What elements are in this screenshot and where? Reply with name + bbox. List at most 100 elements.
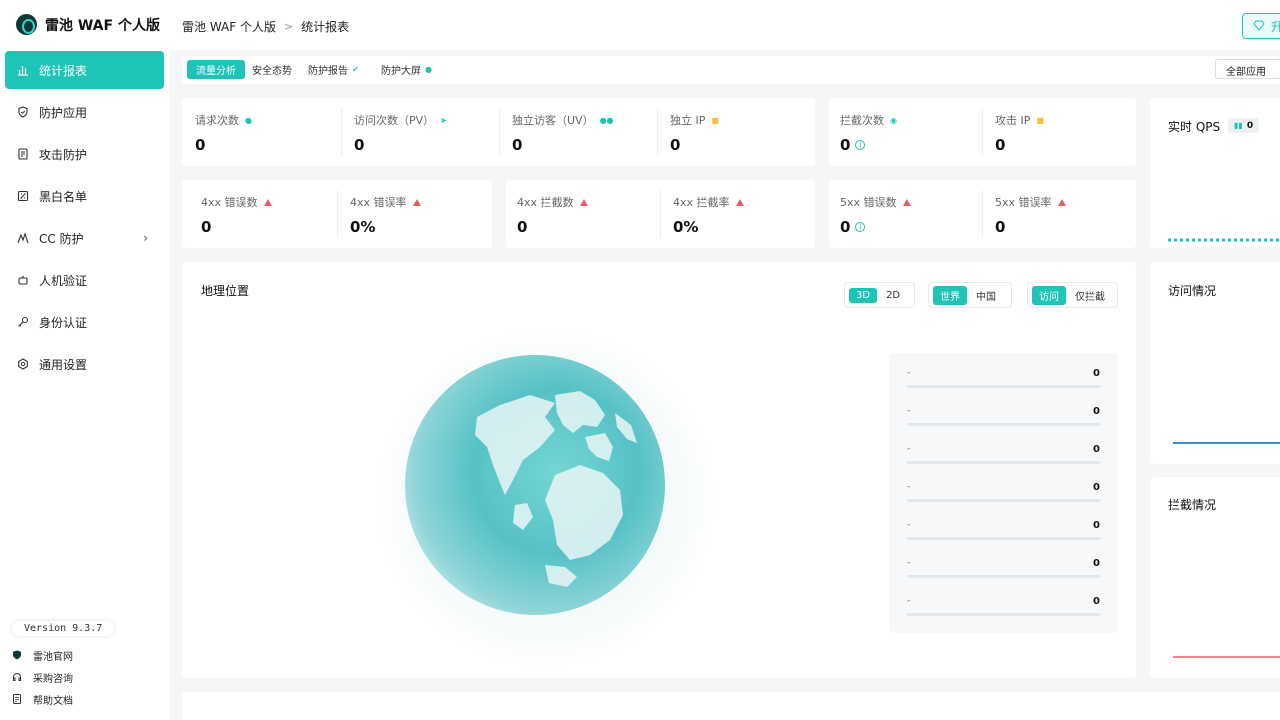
- warning-icon: [902, 198, 911, 206]
- block-icon: ◉: [890, 115, 897, 125]
- ranking-bar: [907, 613, 1100, 616]
- toggle-3d[interactable]: 3D: [849, 287, 878, 303]
- robot-icon: [17, 274, 29, 286]
- bar-chart-icon: ▮▮: [1234, 121, 1243, 130]
- ranking-bar: [907, 423, 1100, 426]
- toggle-world[interactable]: 世界: [933, 285, 967, 305]
- breadcrumb-item[interactable]: 雷池 WAF 个人版: [182, 18, 276, 35]
- sidebar-item-label: 通用设置: [39, 357, 88, 372]
- send-icon: ➤: [440, 115, 447, 125]
- diamond-icon: [1253, 19, 1265, 34]
- ip-icon: ■: [711, 115, 719, 125]
- app-select[interactable]: 全部应用: [1215, 59, 1280, 79]
- sidebar-item-label: 攻击防护: [39, 147, 88, 162]
- sidebar-item-attack-protection[interactable]: 攻击防护: [5, 135, 164, 173]
- list-item[interactable]: - 0: [907, 406, 1100, 426]
- metric-4xx-blocks: 4xx 拦截数 0: [517, 194, 588, 236]
- divider: [341, 108, 342, 156]
- sidebar-item-label: 防护应用: [39, 105, 88, 120]
- world-globe[interactable]: [405, 355, 665, 615]
- sidebar-item-captcha[interactable]: 人机验证: [5, 261, 164, 299]
- app-logo[interactable]: 雷池 WAF 个人版: [16, 14, 160, 35]
- metric-5xx-errors: 5xx 错误数 0i: [840, 194, 911, 236]
- ranking-bar: [907, 537, 1100, 540]
- list-item[interactable]: - 0: [907, 558, 1100, 578]
- metric-unique-ip: 独立 IP ■ 0: [670, 114, 719, 154]
- shield-icon: [12, 650, 22, 660]
- info-icon[interactable]: i: [855, 140, 866, 150]
- qps-badge: ▮▮ 0: [1228, 118, 1260, 133]
- top-header: 雷池 WAF 个人版 > 统计报表 升: [170, 0, 1280, 50]
- metric-4xx-error-rate: 4xx 错误率 0%: [350, 194, 421, 236]
- list-item[interactable]: - 0: [907, 482, 1100, 502]
- view-mode-toggle: 3D 2D: [844, 282, 915, 308]
- list-item[interactable]: - 0: [907, 520, 1100, 540]
- verified-icon: ✔: [352, 65, 359, 74]
- chevron-right-icon: >: [283, 20, 294, 33]
- list-item[interactable]: - 0: [907, 444, 1100, 464]
- bar-chart-icon: [17, 64, 29, 76]
- app-name: 雷池 WAF 个人版: [45, 17, 160, 34]
- ranking-bar: [907, 385, 1100, 388]
- metric-pv: 访问次数（PV） ➤ 0: [354, 114, 447, 154]
- warning-icon: [263, 198, 272, 206]
- toggle-visits[interactable]: 访问: [1032, 285, 1066, 305]
- data-type-toggle: 访问 仅拦截: [1027, 282, 1118, 308]
- geo-card-title: 地理位置: [201, 284, 250, 298]
- metric-4xx-block-rate: 4xx 拦截率 0%: [673, 194, 744, 236]
- warning-icon: [579, 198, 588, 206]
- toggle-blocks-only[interactable]: 仅拦截: [1068, 286, 1112, 305]
- version-badge: Version 9.3.7: [12, 621, 115, 636]
- safeline-logo-icon: [16, 14, 37, 35]
- info-icon[interactable]: i: [855, 222, 866, 232]
- toggle-china[interactable]: 中国: [969, 286, 1003, 305]
- sidebar-item-general-settings[interactable]: 通用设置: [5, 345, 164, 383]
- 4xx-block-card: 4xx 拦截数 0 4xx 拦截率 0%: [506, 180, 815, 248]
- divider: [657, 108, 658, 156]
- divider: [982, 190, 983, 238]
- tab-protection-screen[interactable]: 防护大屏 ●: [372, 60, 441, 79]
- sidebar-footer-links: 雷池官网 采购咨询 帮助文档: [12, 644, 73, 710]
- tab-security-posture[interactable]: 安全态势: [243, 60, 301, 79]
- wave-icon: [17, 232, 29, 244]
- sidebar-item-label: CC 防护: [39, 231, 84, 246]
- tab-protection-report[interactable]: 防护报告 ✔: [299, 60, 368, 79]
- tab-traffic-analysis[interactable]: 流量分析: [187, 60, 245, 79]
- sidebar-item-protected-apps[interactable]: 防护应用: [5, 93, 164, 131]
- ip-icon: ■: [1036, 115, 1044, 125]
- chevron-right-icon: ›: [143, 231, 148, 245]
- document-icon: [12, 694, 22, 704]
- ranking-bar: [907, 499, 1100, 502]
- document-icon: [17, 148, 29, 160]
- metric-5xx-error-rate: 5xx 错误率 0: [995, 194, 1066, 236]
- bottom-panel: [182, 692, 1280, 720]
- official-site-link[interactable]: 雷池官网: [12, 644, 73, 666]
- ranking-bar: [907, 575, 1100, 578]
- sidebar-item-blacklist-whitelist[interactable]: 黑白名单: [5, 177, 164, 215]
- toggle-2d[interactable]: 2D: [879, 288, 907, 303]
- block-metrics-card: 拦截次数 ◉ 0i 攻击 IP ■ 0: [829, 98, 1136, 166]
- sidebar-item-label: 黑白名单: [39, 189, 88, 204]
- breadcrumb: 雷池 WAF 个人版 > 统计报表: [182, 18, 349, 35]
- sidebar-item-statistics[interactable]: 统计报表: [5, 51, 164, 89]
- sidebar-item-identity-auth[interactable]: 身份认证: [5, 303, 164, 341]
- list-item[interactable]: - 0: [907, 596, 1100, 616]
- key-icon: [17, 316, 29, 328]
- sidebar-item-label: 统计报表: [39, 63, 88, 78]
- gear-icon: [17, 358, 29, 370]
- warning-icon: [735, 198, 744, 206]
- metric-blocks: 拦截次数 ◉ 0i: [840, 114, 897, 154]
- visits-card-title: 访问情况: [1168, 284, 1217, 298]
- list-icon: [17, 190, 29, 202]
- sidebar-item-label: 人机验证: [39, 273, 88, 288]
- sidebar-nav: 统计报表 防护应用 攻击防护 黑白名单 CC 防护 › 人机验证 身份认证 通用…: [5, 51, 164, 387]
- headset-icon: [12, 672, 22, 682]
- sidebar-item-cc-protection[interactable]: CC 防护 ›: [5, 219, 164, 257]
- upgrade-button[interactable]: 升: [1242, 13, 1280, 39]
- screen-icon: ●: [425, 65, 432, 74]
- purchase-consult-link[interactable]: 采购咨询: [12, 666, 73, 688]
- divider: [337, 190, 338, 238]
- list-item[interactable]: - 0: [907, 368, 1100, 388]
- sidebar-item-label: 身份认证: [39, 315, 88, 330]
- help-docs-link[interactable]: 帮助文档: [12, 688, 73, 710]
